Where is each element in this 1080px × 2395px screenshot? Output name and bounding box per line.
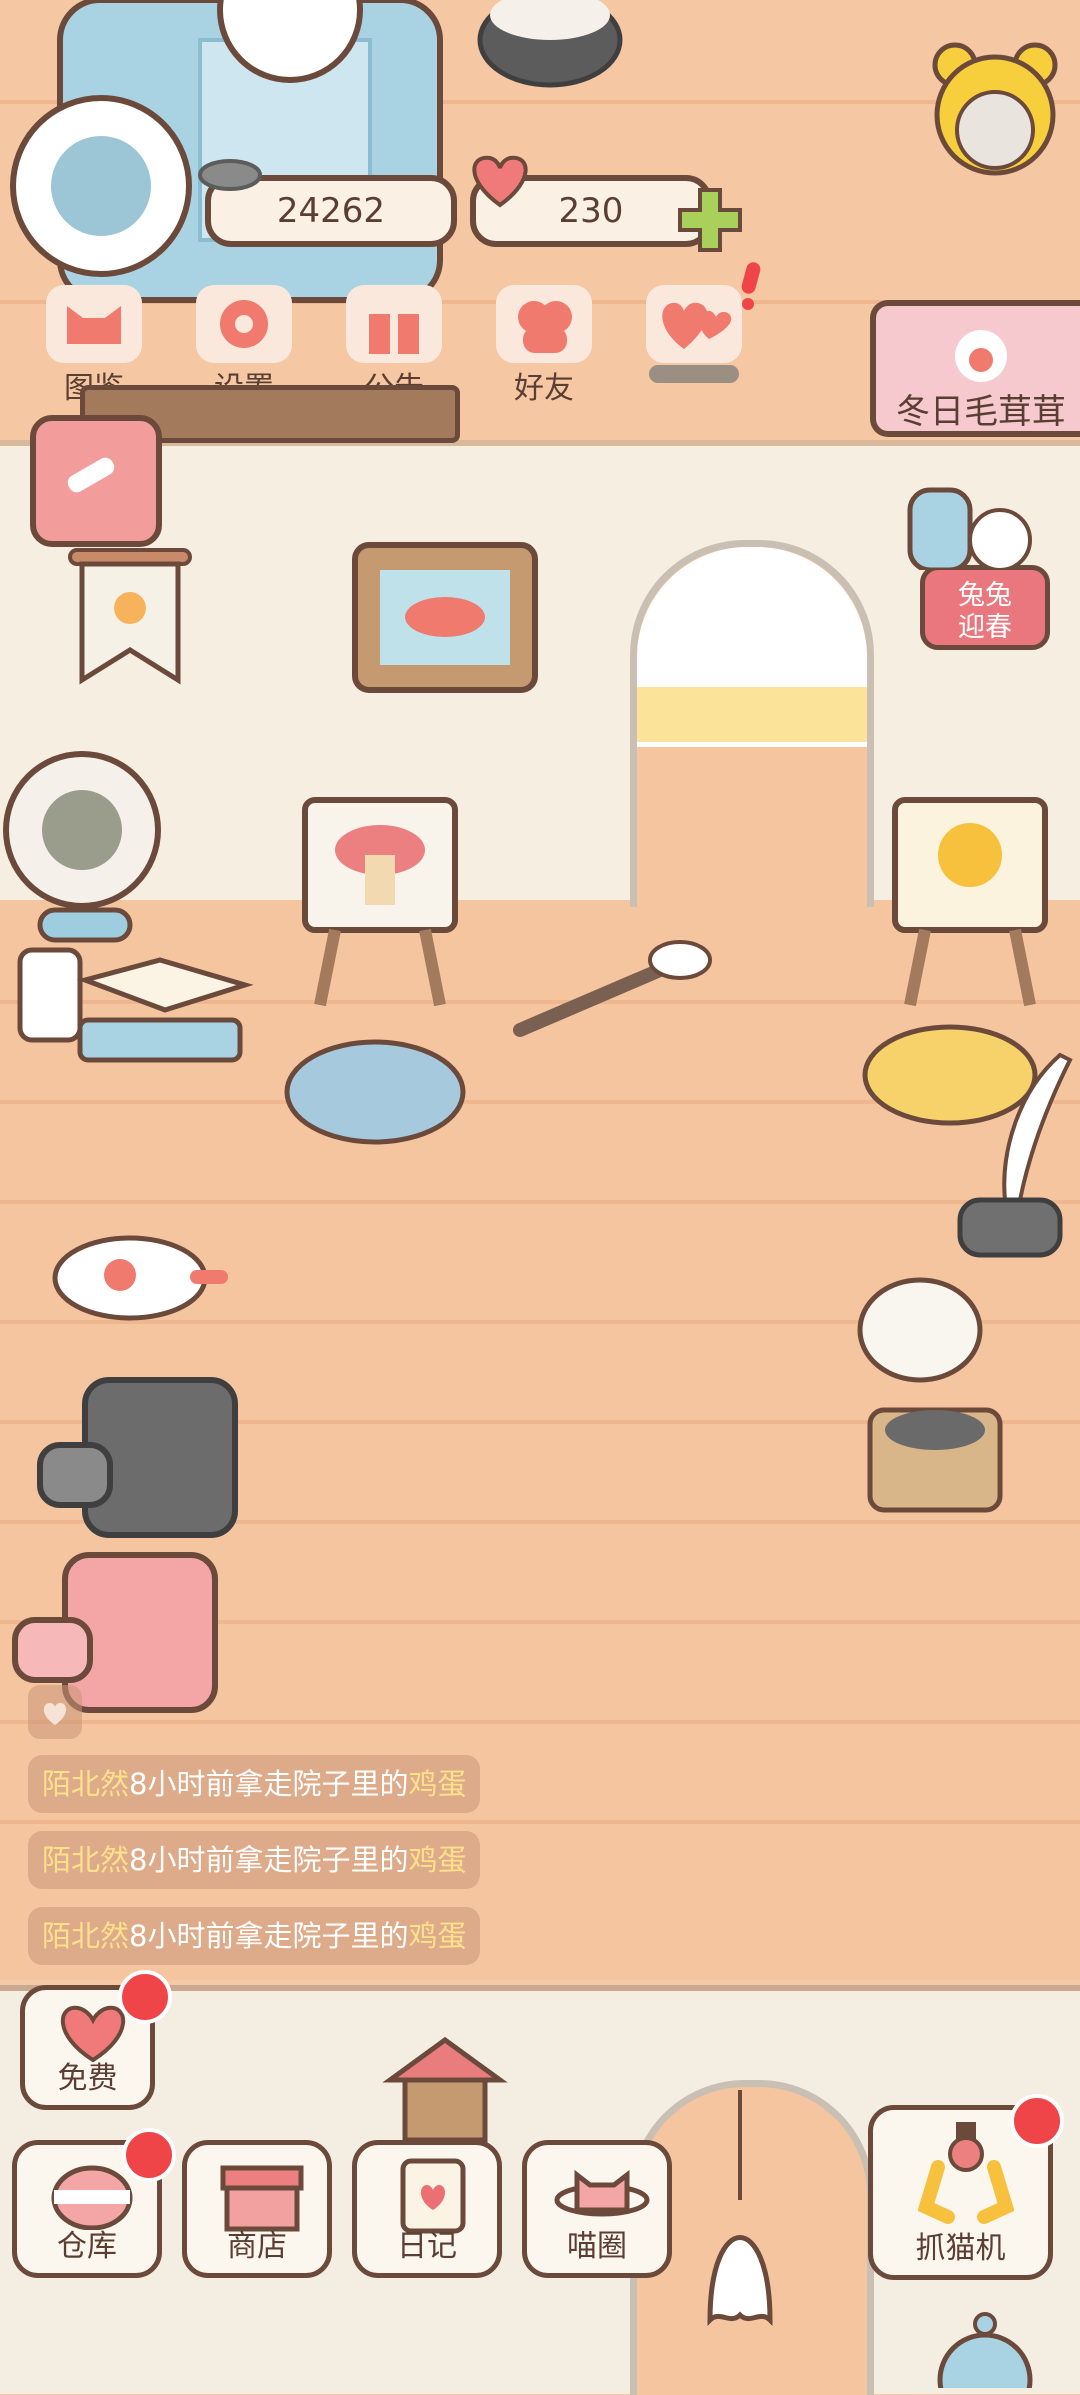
- spring-badge-line2: 迎春: [958, 612, 1012, 643]
- hearts-progress: [649, 365, 739, 383]
- notification-dot: [1010, 2094, 1064, 2148]
- claw-machine-label: 抓猫机: [915, 2231, 1006, 2266]
- feed-item-name: 鸡蛋: [408, 1767, 467, 1801]
- cat-planet-icon: [554, 2169, 650, 2217]
- gray-backpack: [37, 1377, 238, 1538]
- feed-user: 陌北然: [42, 1919, 130, 1953]
- hand-fan: [52, 1235, 228, 1321]
- feed-item-name: 鸡蛋: [408, 1919, 467, 1953]
- fish-painting: [352, 542, 538, 693]
- notification-dot: [122, 2128, 176, 2182]
- bee-clock-icon[interactable]: [925, 40, 1065, 180]
- feed-text: 8小时前拿走院子里的: [129, 1919, 409, 1953]
- spring-event-badge[interactable]: 兔兔 迎春: [920, 565, 1050, 650]
- shop-button[interactable]: 商店: [182, 2140, 332, 2278]
- hanging-ghost[interactable]: [690, 2090, 800, 2370]
- diary-button[interactable]: 日记: [352, 2140, 502, 2278]
- books-and-cup: [17, 947, 254, 1063]
- menu-friends[interactable]: 好友: [480, 285, 608, 406]
- doorway[interactable]: [630, 540, 874, 907]
- free-label: 免费: [57, 2061, 118, 2096]
- notification-dot: [118, 1970, 172, 2024]
- feed-item-name: 鸡蛋: [408, 1843, 467, 1877]
- alert-icon: [740, 260, 762, 314]
- feed-item: 陌北然8小时前拿走院子里的鸡蛋: [28, 1907, 481, 1965]
- warehouse-icon: [51, 2165, 133, 2230]
- menu-hearts[interactable]: [630, 285, 758, 405]
- fish-count: 24262: [276, 191, 386, 231]
- event-banner[interactable]: 冬日毛茸茸: [870, 300, 1080, 437]
- gear-icon: [220, 300, 268, 348]
- pencil-icon: [67, 457, 115, 493]
- feed-toggle-button[interactable]: [28, 1685, 82, 1739]
- spring-badge-line1: 兔兔: [958, 580, 1012, 611]
- claw-icon: [918, 2122, 1014, 2224]
- menu-friends-label: 好友: [514, 371, 574, 406]
- edit-room-button[interactable]: [30, 415, 162, 547]
- event-banner-label: 冬日毛茸茸: [896, 392, 1066, 432]
- electric-fan: [3, 751, 161, 943]
- paw-pennant: [68, 548, 192, 685]
- hearts-icon: [662, 302, 732, 349]
- sunflower-easel: [892, 797, 1048, 1007]
- robot-peek: [937, 2312, 1033, 2388]
- feed-item: 陌北然8小时前拿走院子里的鸡蛋: [28, 1831, 481, 1889]
- feed-text: 8小时前拿走院子里的: [129, 1767, 409, 1801]
- cat-circle-label: 喵圈: [567, 2229, 627, 2264]
- quill-inkpot: [957, 1052, 1073, 1258]
- fish-icon: [198, 159, 262, 191]
- player-avatar[interactable]: [10, 95, 192, 277]
- cat-head-icon: [67, 306, 121, 344]
- warehouse-label: 仓库: [57, 2229, 117, 2264]
- heart-count: 230: [558, 191, 624, 231]
- gift-icon: [369, 309, 419, 354]
- add-hearts-button[interactable]: [675, 185, 745, 255]
- cat-teaser-wand[interactable]: [500, 930, 720, 1050]
- birdhouse: [382, 2036, 508, 2143]
- feed-text: 8小时前拿走院子里的: [129, 1843, 409, 1877]
- friends-icon: [518, 301, 572, 353]
- mushroom-easel: [302, 797, 458, 1007]
- cat-circle-button[interactable]: 喵圈: [522, 2140, 672, 2278]
- feed-user: 陌北然: [42, 1767, 130, 1801]
- heart-face-icon: [472, 155, 528, 208]
- feed-item: 陌北然8小时前拿走院子里的鸡蛋: [28, 1755, 481, 1813]
- diary-label: 日记: [397, 2229, 457, 2264]
- paw-icon: [955, 330, 1007, 382]
- feed-user: 陌北然: [42, 1843, 130, 1877]
- gramophone: [857, 1277, 1003, 1513]
- cat-sitting: [477, 0, 623, 88]
- bunny-mirror: [907, 487, 1032, 570]
- heart-outline-icon: [43, 1703, 67, 1725]
- blue-cushion[interactable]: [280, 1035, 470, 1150]
- shop-label: 商店: [227, 2229, 287, 2264]
